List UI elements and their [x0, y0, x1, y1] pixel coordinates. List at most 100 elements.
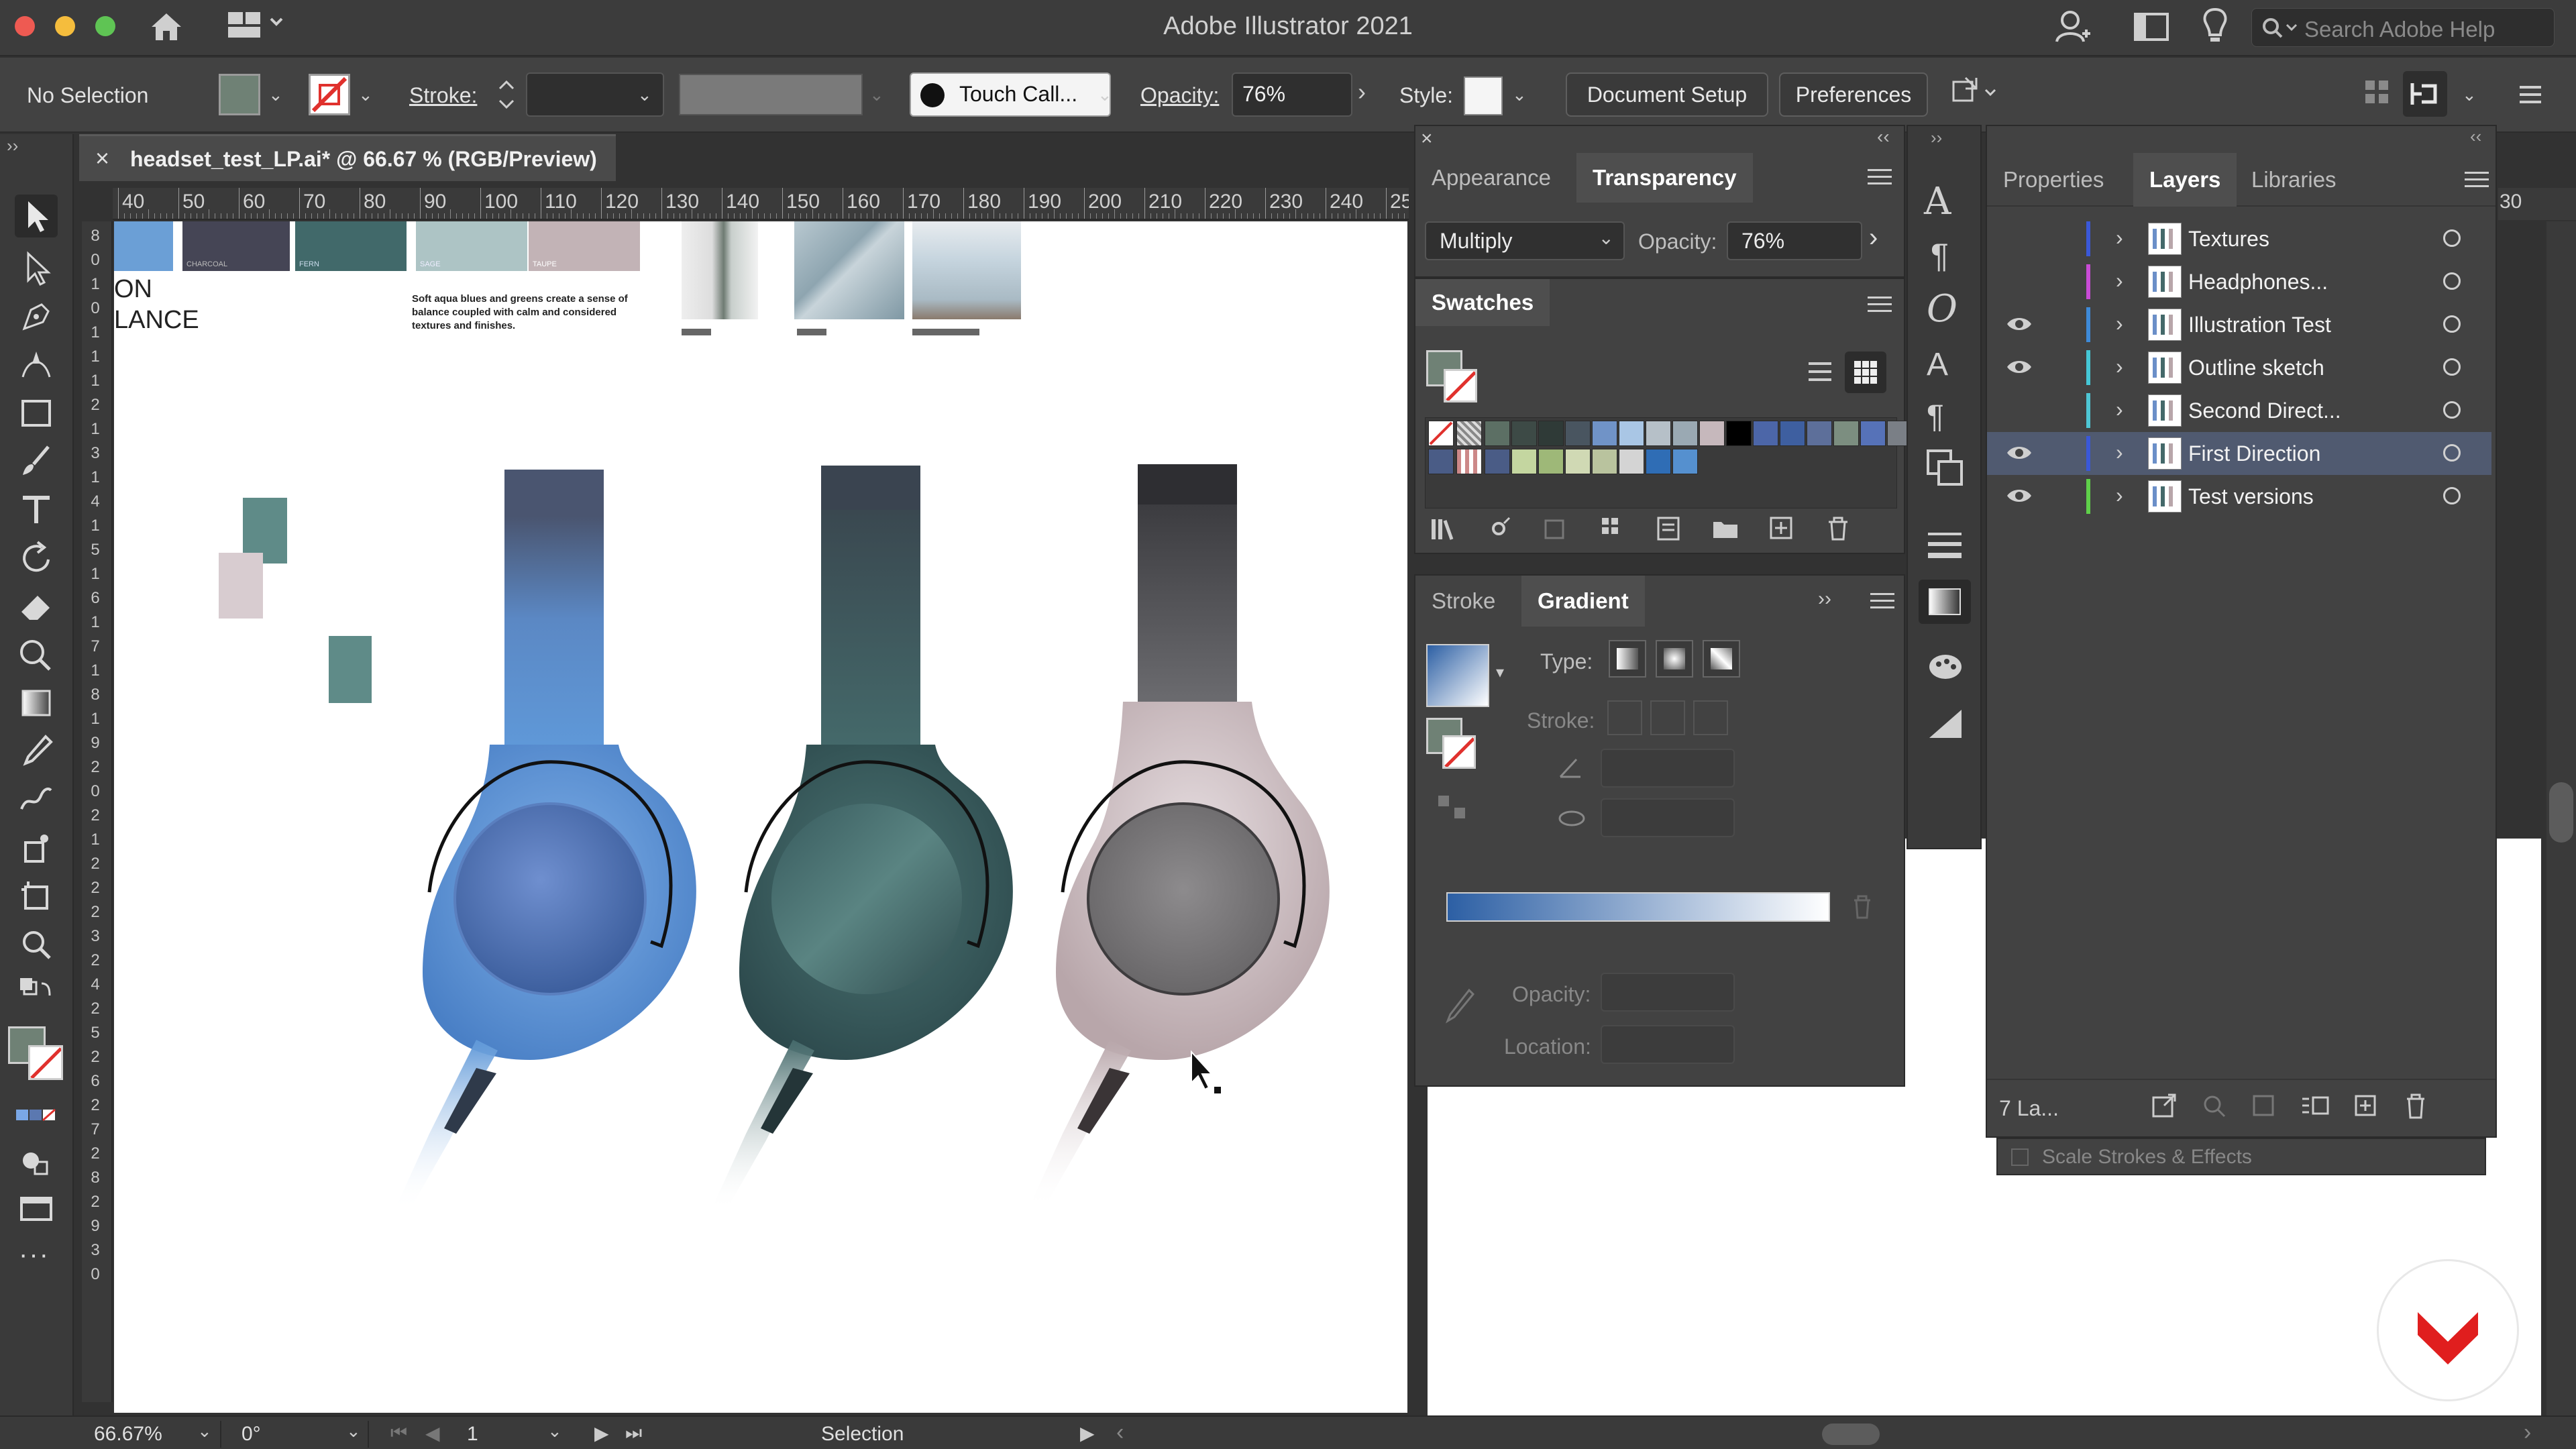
stroke-weight-chevron-icon[interactable]: ⌄: [637, 85, 652, 105]
expand-dock-icon[interactable]: ››: [1931, 127, 1942, 148]
home-icon[interactable]: [148, 9, 185, 44]
transparency-panel-menu-icon[interactable]: [1868, 169, 1892, 186]
stroke-along-button[interactable]: [1650, 700, 1685, 735]
swatch-options-icon[interactable]: [1542, 514, 1571, 543]
delete-layer-icon[interactable]: [2402, 1092, 2430, 1120]
expand-layer-chevron-icon[interactable]: ›: [2116, 483, 2123, 508]
tab-appearance[interactable]: Appearance: [1415, 153, 1567, 203]
gradient-stroke-indicator[interactable]: [1442, 735, 1476, 769]
tab-stroke[interactable]: Stroke: [1415, 576, 1511, 627]
workspace-switcher-icon[interactable]: [227, 9, 287, 43]
symbol-sprayer-tool-icon[interactable]: [15, 826, 58, 869]
headphone-blue[interactable]: [396, 470, 696, 1211]
swatch-color[interactable]: [1672, 449, 1698, 474]
gradient-eyedropper-icon[interactable]: [1442, 986, 1476, 1026]
layer-row[interactable]: › First Direction: [1987, 432, 2491, 475]
swatch-color[interactable]: [1807, 421, 1832, 446]
layer-row[interactable]: › Test versions: [1987, 475, 2491, 518]
opacity-label[interactable]: Opacity:: [1140, 83, 1219, 108]
tab-gradient[interactable]: Gradient: [1521, 576, 1645, 627]
paragraph-styles-icon[interactable]: ¶: [1927, 398, 1944, 435]
delete-stop-icon[interactable]: [1849, 894, 1876, 920]
gradient-aspect-field[interactable]: [1601, 798, 1735, 837]
gradient-stop-opacity-field[interactable]: [1601, 973, 1735, 1012]
expand-layer-chevron-icon[interactable]: ›: [2116, 268, 2123, 293]
swatch-color[interactable]: [1646, 421, 1671, 446]
headphones-illustration[interactable]: [114, 221, 1407, 1413]
first-artboard-icon[interactable]: ⏮: [390, 1422, 407, 1444]
arrange-documents-icon[interactable]: [2133, 11, 2169, 43]
artboard-canvas[interactable]: CHARCOAL FERN SAGE TAUPE ON LANCE Soft a…: [114, 221, 1407, 1413]
profile-chevron-icon[interactable]: ⌄: [869, 85, 884, 105]
headphone-green[interactable]: [712, 466, 1013, 1211]
swatches-stroke-indicator[interactable]: [1444, 369, 1477, 402]
swatch-kind-icon[interactable]: [1485, 514, 1515, 543]
color-mode-icons[interactable]: [15, 1093, 58, 1136]
zoom-window-button[interactable]: [95, 16, 115, 36]
layer-name[interactable]: Illustration Test: [2188, 313, 2331, 337]
layer-target-icon[interactable]: [2443, 444, 2461, 462]
vertical-scrollbar[interactable]: [2546, 221, 2576, 1415]
new-folder-icon[interactable]: [1711, 514, 1740, 543]
brush-chevron-icon[interactable]: ⌄: [1097, 85, 1112, 105]
lightbulb-icon[interactable]: [2200, 7, 2230, 47]
radial-gradient-type-button[interactable]: [1656, 640, 1693, 678]
swatch-color[interactable]: [1592, 421, 1617, 446]
swatch-libraries-icon[interactable]: [1429, 514, 1458, 543]
grid-view-icon[interactable]: [1845, 352, 1886, 393]
rotation-chevron-icon[interactable]: ⌄: [346, 1421, 361, 1442]
swatch-color[interactable]: [1646, 449, 1671, 474]
expand-layer-chevron-icon[interactable]: ›: [2116, 397, 2123, 422]
gradient-angle-field[interactable]: [1601, 749, 1735, 788]
tab-libraries[interactable]: Libraries: [2235, 153, 2353, 207]
list-view-icon[interactable]: [1802, 354, 1838, 390]
type-tool-icon[interactable]: [15, 488, 58, 531]
layer-target-icon[interactable]: [2443, 401, 2461, 419]
align-grid-icon[interactable]: [2364, 79, 2391, 106]
artboard-chevron-icon[interactable]: ⌄: [547, 1421, 562, 1442]
eyedropper-tool-icon[interactable]: [15, 730, 58, 773]
tab-layers[interactable]: Layers: [2133, 153, 2237, 207]
pen-tool-icon[interactable]: [15, 295, 58, 338]
help-search-input[interactable]: Search Adobe Help: [2251, 8, 2555, 47]
close-document-icon[interactable]: ×: [95, 144, 109, 172]
character-styles-icon[interactable]: A: [1927, 346, 1948, 383]
swatch-color[interactable]: [1511, 421, 1537, 446]
transparency-dock-icon[interactable]: [1925, 707, 1966, 741]
visibility-toggle-empty[interactable]: [2006, 271, 2033, 291]
fill-color-swatch[interactable]: [219, 74, 260, 115]
opacity-slider-toggle-icon[interactable]: ›: [1869, 223, 1878, 253]
rectangle-tool-icon[interactable]: [15, 392, 58, 435]
swatch-registration[interactable]: [1456, 421, 1482, 446]
collapse-layers-icon[interactable]: ‹‹: [2470, 126, 2481, 147]
linear-gradient-type-button[interactable]: [1609, 640, 1646, 678]
make-clipping-mask-icon[interactable]: [2250, 1092, 2278, 1120]
stroke-color-swatch[interactable]: [309, 74, 350, 115]
document-setup-button[interactable]: Document Setup: [1566, 72, 1768, 117]
transparency-opacity-field[interactable]: 76%: [1727, 221, 1862, 260]
gradient-expand-icon[interactable]: ››: [1818, 588, 1831, 610]
gradient-panel-icon[interactable]: [1919, 580, 1971, 624]
swatch-color[interactable]: [1860, 421, 1886, 446]
swatch-color[interactable]: [1538, 421, 1564, 446]
gradient-stop-location-field[interactable]: [1601, 1025, 1735, 1064]
gradient-preset-chevron-icon[interactable]: ▾: [1496, 663, 1504, 682]
stroke-label[interactable]: Stroke:: [409, 83, 477, 108]
fill-dropdown-chevron-icon[interactable]: ⌄: [268, 85, 283, 105]
properties-toggle-button[interactable]: [2403, 71, 2447, 117]
visibility-eye-icon[interactable]: [2006, 314, 2033, 334]
previous-artboard-icon[interactable]: ◀: [425, 1422, 440, 1444]
stroke-panel-icon[interactable]: [1925, 529, 1966, 562]
expand-layer-chevron-icon[interactable]: ›: [2116, 311, 2123, 336]
layer-row[interactable]: › Second Direct...: [1987, 389, 2491, 432]
pathfinder-panel-icon[interactable]: [1925, 448, 1966, 488]
transform-icon[interactable]: [1949, 75, 2003, 113]
last-artboard-icon[interactable]: ⏭: [625, 1422, 642, 1444]
layer-name[interactable]: Textures: [2188, 227, 2269, 252]
visibility-eye-icon[interactable]: [2006, 443, 2033, 463]
graphic-style-swatch[interactable]: [1464, 76, 1503, 115]
horizontal-ruler[interactable]: 40 50 60 70 80 90 100 110 120 130 140 150 160 170 180 1…: [113, 188, 1409, 220]
tab-properties[interactable]: Properties: [1987, 153, 2120, 207]
next-artboard-icon[interactable]: ▶: [594, 1422, 609, 1444]
swatch-color[interactable]: [1565, 421, 1591, 446]
